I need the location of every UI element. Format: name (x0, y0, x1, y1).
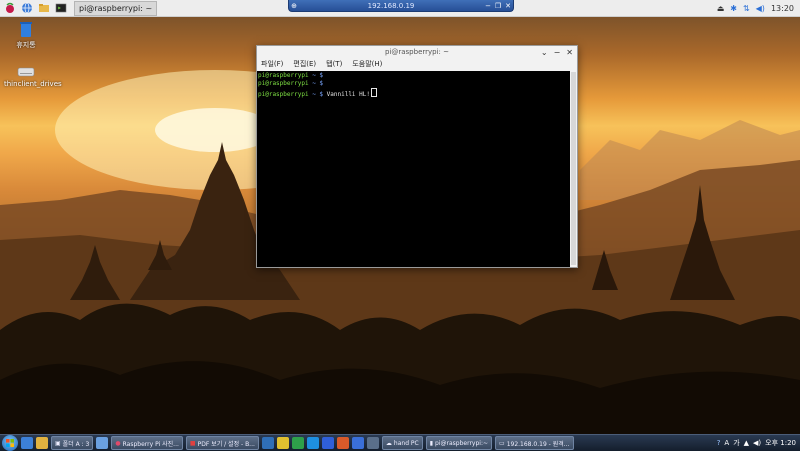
folder-icon: ▣ (55, 439, 61, 447)
taskbar-button-photo[interactable]: ● Raspberry Pi 사진... (111, 436, 183, 450)
terminal-line: pi@raspberrypi ~ $ (257, 80, 570, 88)
file-manager-icon[interactable] (37, 1, 51, 15)
pdf-icon: ■ (189, 439, 196, 447)
terminal-icon[interactable] (54, 1, 68, 15)
terminal-window: pi@raspberrypi: ~ ⌄ − ✕ 파일(F) 편집(E) 탭(T)… (256, 45, 578, 268)
taskbar-button-label: 폴더 A : 3 (62, 440, 90, 448)
taskbar-clock[interactable]: 오후 1:20 (765, 438, 796, 448)
prompt-user: pi@raspberrypi (258, 72, 309, 79)
app-icon[interactable] (321, 437, 334, 449)
rdp-connection-bar: ⊕ 192.168.0.19 − ❐ ✕ (288, 0, 514, 12)
raspberry-menu-icon[interactable] (3, 1, 17, 15)
terminal-line: pi@raspberrypi ~ $ Vannilli HL! (257, 88, 570, 99)
drive-desktop-icon[interactable]: thinclient_drives (4, 66, 62, 88)
prompt-path: ~ $ (308, 91, 324, 98)
eject-icon[interactable]: ⏏ (717, 4, 725, 13)
trash-label: 휴지통 (16, 41, 36, 49)
browser-icon[interactable] (20, 1, 34, 15)
pin-icon[interactable]: ⊕ (289, 2, 299, 10)
menu-help[interactable]: 도움말(H) (352, 59, 382, 69)
lang-indicator[interactable]: A (724, 439, 729, 447)
taskbar-button-label: pi@raspberrypi:~ (435, 439, 489, 447)
app-icon[interactable] (366, 437, 379, 449)
terminal-output[interactable]: pi@raspberrypi ~ $ pi@raspberrypi ~ $ pi… (257, 71, 570, 267)
terminal-line: pi@raspberrypi ~ $ (257, 72, 570, 80)
remote-desktop-icon: ▭ (499, 439, 505, 447)
terminal-titlebar[interactable]: pi@raspberrypi: ~ ⌄ − ✕ (257, 46, 577, 58)
chevron-down-icon[interactable]: ⌄ (541, 48, 548, 57)
terminal-title: pi@raspberrypi: ~ (384, 48, 449, 56)
panel-task-terminal[interactable]: pi@raspberrypi: ~ (74, 0, 158, 16)
rdp-close-button[interactable]: ✕ (503, 2, 513, 10)
window-controls: ⌄ − ✕ (541, 46, 573, 58)
taskbar-button-folder[interactable]: ▣ 폴더 A : 3 (51, 436, 94, 450)
panel-task-label: pi@raspberrypi: ~ (79, 3, 153, 13)
raspberry-icon: ● (115, 439, 121, 447)
bluetooth-icon[interactable]: ✱ (730, 4, 737, 13)
close-button[interactable]: ✕ (566, 48, 573, 57)
start-button[interactable] (2, 435, 18, 451)
menu-file[interactable]: 파일(F) (261, 59, 283, 69)
rdp-restore-button[interactable]: ❐ (493, 2, 503, 10)
app-icon[interactable] (261, 437, 274, 449)
taskbar-button-label: 192.168.0.19 - 원격... (506, 440, 570, 448)
text-cursor (371, 88, 377, 97)
taskbar-button-pdf[interactable]: ■ PDF 보기 / 설정 - B... (185, 436, 259, 450)
vscode-icon[interactable] (351, 437, 364, 449)
system-tray: ? A 가 ▲ ◀) 오후 1:20 (717, 435, 796, 451)
rdp-minimize-button[interactable]: − (483, 2, 493, 10)
taskbar-button-rdp[interactable]: ▭ 192.168.0.19 - 원격... (495, 436, 574, 450)
prompt-path: ~ $ (308, 80, 324, 87)
ime-indicator[interactable]: 가 (733, 438, 739, 448)
rdp-host-label: 192.168.0.19 (367, 1, 415, 10)
network-icon[interactable]: ⇅ (743, 4, 750, 13)
help-icon[interactable]: ? (717, 439, 721, 447)
drive-label: thinclient_drives (4, 80, 62, 88)
trash-icon (20, 22, 32, 37)
volume-icon[interactable]: ◀) (756, 4, 765, 13)
cloud-icon: ☁ (385, 439, 392, 447)
panel-tray: ⏏ ✱ ⇅ ◀) 13:20 (717, 0, 794, 16)
ie-icon[interactable] (21, 437, 33, 449)
minimize-button[interactable]: − (554, 48, 561, 57)
panel-clock: 13:20 (770, 3, 794, 13)
explorer-icon[interactable] (36, 437, 48, 449)
app-icon[interactable] (336, 437, 349, 449)
network-icon[interactable]: ▲ (744, 439, 749, 447)
taskbar-button-label: PDF 보기 / 설정 - B... (197, 440, 255, 448)
terminal-menubar: 파일(F) 편집(E) 탭(T) 도움말(H) (257, 58, 577, 69)
menu-edit[interactable]: 편집(E) (293, 59, 316, 69)
app-icon[interactable] (276, 437, 289, 449)
app-icon[interactable] (96, 437, 109, 449)
trash-desktop-icon[interactable]: 휴지통 (4, 20, 48, 50)
terminal-scrollbar[interactable] (571, 72, 576, 265)
app-icon[interactable] (306, 437, 319, 449)
taskbar-button-terminal[interactable]: ▮ pi@raspberrypi:~ (425, 436, 493, 450)
menu-tabs[interactable]: 탭(T) (326, 59, 342, 69)
windows-logo-icon (6, 439, 14, 447)
taskbar-button-label: Raspberry Pi 사진... (122, 440, 179, 448)
prompt-user: pi@raspberrypi (258, 91, 309, 98)
taskbar-button-label: hand PC (393, 439, 419, 447)
prompt-path: ~ $ (308, 72, 324, 79)
taskbar-button-pc[interactable]: ☁ hand PC (381, 436, 423, 450)
typed-command: Vannilli HL! (323, 91, 370, 98)
app-icon[interactable] (291, 437, 304, 449)
prompt-user: pi@raspberrypi (258, 80, 309, 87)
taskbar: ▣ 폴더 A : 3 ● Raspberry Pi 사진... ■ PDF 보기 / … (0, 434, 800, 451)
volume-icon[interactable]: ◀) (753, 439, 761, 447)
drive-icon (17, 67, 35, 77)
terminal-icon: ▮ (429, 439, 434, 447)
